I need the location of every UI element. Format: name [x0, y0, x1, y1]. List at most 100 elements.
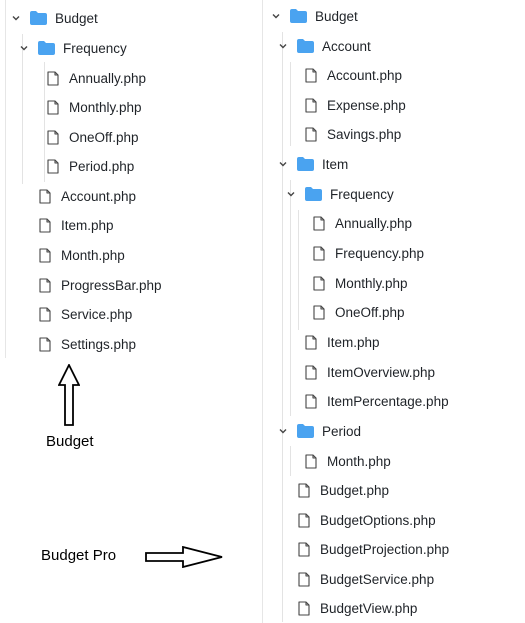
chevron-down-icon[interactable]	[276, 39, 290, 53]
tree-item-label: Item.php	[61, 217, 114, 233]
tree-item-label: ItemOverview.php	[327, 364, 436, 380]
tree-file[interactable]: Item.php	[262, 329, 525, 355]
tree-item-label: Savings.php	[327, 126, 402, 142]
tree-file[interactable]: Annually.php	[262, 210, 525, 236]
tree-item-label: Monthly.php	[69, 99, 142, 115]
tree-item-label: Frequency	[330, 186, 394, 202]
tree-file[interactable]: Month.php	[0, 242, 250, 268]
file-icon	[304, 453, 318, 469]
tree-file[interactable]: BudgetOptions.php	[262, 507, 525, 533]
tree-item-label: Settings.php	[61, 336, 137, 352]
file-icon	[297, 512, 311, 528]
tree-file[interactable]: ItemOverview.php	[262, 359, 525, 385]
tree-item-label: Service.php	[61, 306, 133, 322]
folder-icon	[296, 38, 314, 54]
tree-item-label: Month.php	[61, 247, 125, 263]
tree-file[interactable]: Annually.php	[0, 65, 250, 91]
file-icon	[46, 70, 60, 86]
chevron-down-icon[interactable]	[276, 424, 290, 438]
tree-item-label: Account	[322, 38, 371, 54]
file-icon	[304, 126, 318, 142]
tree-file[interactable]: OneOff.php	[0, 124, 250, 150]
tree-file[interactable]: BudgetView.php	[262, 595, 525, 621]
tree-item-label: Monthly.php	[335, 275, 408, 291]
file-icon	[46, 99, 60, 115]
tree-file[interactable]: Savings.php	[262, 121, 525, 147]
file-icon	[297, 571, 311, 587]
tree-item-label: Frequency.php	[335, 245, 425, 261]
file-icon	[38, 247, 52, 263]
tree-folder-account[interactable]: Account	[262, 33, 525, 59]
file-icon	[297, 541, 311, 557]
chevron-down-icon[interactable]	[9, 11, 23, 25]
tree-file[interactable]: Settings.php	[0, 331, 250, 357]
tree-file[interactable]: OneOff.php	[262, 299, 525, 325]
tree-file[interactable]: Monthly.php	[262, 270, 525, 296]
tree-item-label: ProgressBar.php	[61, 277, 162, 293]
tree-item-label: Budget	[315, 8, 358, 24]
tree-folder-frequency[interactable]: Frequency	[0, 35, 250, 61]
file-icon	[38, 306, 52, 322]
tree-folder-item[interactable]: Item	[262, 151, 525, 177]
file-icon	[38, 217, 52, 233]
tree-file[interactable]: Service.php	[0, 301, 250, 327]
tree-item-label: BudgetView.php	[320, 600, 418, 616]
chevron-down-icon[interactable]	[269, 9, 283, 23]
tree-item-label: Frequency	[63, 40, 127, 56]
tree-item-label: Item.php	[327, 334, 380, 350]
tree-file[interactable]: Frequency.php	[262, 240, 525, 266]
tree-item-label: Budget	[55, 10, 98, 26]
tree-file[interactable]: Expense.php	[262, 92, 525, 118]
file-icon	[304, 393, 318, 409]
tree-item-label: Annually.php	[69, 70, 147, 86]
tree-item-label: Annually.php	[335, 215, 413, 231]
tree-file[interactable]: Month.php	[262, 448, 525, 474]
file-icon	[304, 67, 318, 83]
folder-icon	[296, 156, 314, 172]
file-icon	[46, 158, 60, 174]
tree-file[interactable]: Account.php	[0, 183, 250, 209]
tree-file[interactable]: Item.php	[0, 212, 250, 238]
chevron-down-icon[interactable]	[276, 157, 290, 171]
tree-item-label: OneOff.php	[69, 129, 139, 145]
tree-item-label: Account.php	[61, 188, 137, 204]
tree-file[interactable]: BudgetService.php	[262, 566, 525, 592]
caption-budget: Budget	[46, 433, 94, 450]
tree-item-label: BudgetService.php	[320, 571, 435, 587]
chevron-down-icon[interactable]	[17, 41, 31, 55]
file-icon	[297, 482, 311, 498]
tree-file[interactable]: Account.php	[262, 62, 525, 88]
file-icon	[46, 129, 60, 145]
arrow-up-icon	[57, 362, 81, 426]
tree-item-label: Expense.php	[327, 97, 406, 113]
left-file-tree: Budget Frequency Annually.php Monthly.ph…	[0, 0, 250, 360]
tree-item-label: Account.php	[327, 67, 403, 83]
tree-folder-period[interactable]: Period	[262, 418, 525, 444]
tree-item-label: OneOff.php	[335, 304, 405, 320]
right-file-tree: Budget Account Account.php Expense.php S…	[262, 0, 525, 623]
file-icon	[38, 188, 52, 204]
tree-item-label: Period	[322, 423, 362, 439]
tree-item-label: Month.php	[327, 453, 391, 469]
tree-file[interactable]: Budget.php	[262, 477, 525, 503]
file-icon	[312, 215, 326, 231]
tree-folder-budget[interactable]: Budget	[0, 5, 250, 31]
file-icon	[297, 600, 311, 616]
file-icon	[304, 364, 318, 380]
tree-folder-frequency[interactable]: Frequency	[262, 181, 525, 207]
file-icon	[38, 277, 52, 293]
tree-file[interactable]: ItemPercentage.php	[262, 388, 525, 414]
tree-item-label: Item	[322, 156, 349, 172]
file-icon	[304, 97, 318, 113]
tree-folder-budget[interactable]: Budget	[262, 3, 525, 29]
folder-icon	[289, 8, 307, 24]
tree-file[interactable]: BudgetProjection.php	[262, 536, 525, 562]
folder-icon	[37, 40, 55, 56]
tree-file[interactable]: Monthly.php	[0, 94, 250, 120]
folder-icon	[296, 423, 314, 439]
tree-file[interactable]: ProgressBar.php	[0, 272, 250, 298]
tree-file[interactable]: Period.php	[0, 153, 250, 179]
chevron-down-icon[interactable]	[284, 187, 298, 201]
tree-item-label: Period.php	[69, 158, 135, 174]
file-icon	[312, 304, 326, 320]
